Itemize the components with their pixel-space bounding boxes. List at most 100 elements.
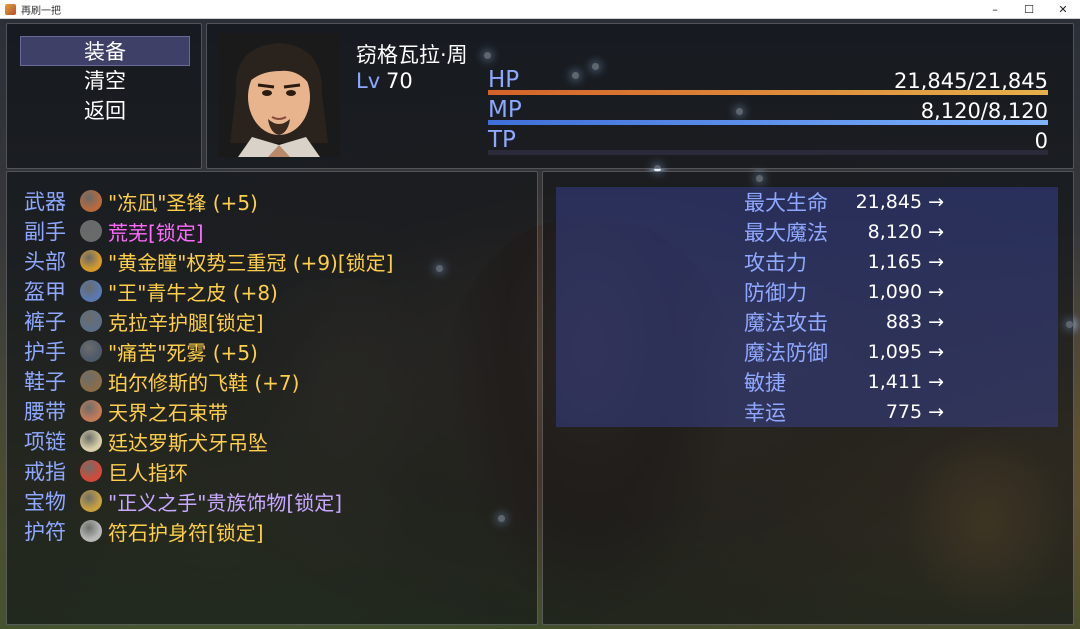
slot-type-label: 头部 [24, 250, 66, 274]
equipped-item-name: 廷达罗斯犬牙吊坠 [108, 430, 268, 455]
equipped-item-name: 荒芜[锁定] [108, 220, 204, 245]
equipment-slot-row[interactable]: 戒指 巨人指环 [24, 456, 534, 486]
sword-icon [80, 190, 102, 212]
equipment-slot-row[interactable]: 护手 "痛苦"死雾 (+5) [24, 336, 534, 366]
slot-type-label: 宝物 [24, 490, 66, 514]
window-titlebar: 再刷一把 – ☐ ✕ [0, 0, 1080, 19]
stat-row: 最大魔法 8,120 → [744, 217, 944, 247]
equipment-slot-row[interactable]: 武器 "冻凪"圣锋 (+5) [24, 186, 534, 216]
stat-row: 魔法防御 1,095 → [744, 337, 944, 367]
ring-icon [80, 460, 102, 482]
mp-gauge-fill [488, 120, 1048, 125]
right-arrow-icon: → [928, 311, 944, 333]
stat-value: 883 [885, 311, 923, 333]
trinket-icon [80, 490, 102, 512]
right-arrow-icon: → [928, 221, 944, 243]
game-scene: 装备 清空 返回 窃格瓦拉·周 Lv 70 HP 21,845/21,845 M… [0, 19, 1080, 629]
stat-value: 8,120 [867, 221, 923, 243]
right-arrow-icon: → [928, 191, 944, 213]
stat-value: 1,090 [867, 281, 923, 303]
stat-name: 魔法攻击 [744, 311, 828, 335]
armor-icon [80, 280, 102, 302]
belt-icon [80, 400, 102, 422]
stat-row: 防御力 1,090 → [744, 277, 944, 307]
window-title: 再刷一把 [21, 5, 61, 17]
equipment-slot-row[interactable]: 鞋子 珀尔修斯的飞鞋 (+7) [24, 366, 534, 396]
leggings-icon [80, 310, 102, 332]
mp-gauge [488, 120, 1048, 125]
equipment-slot-row[interactable]: 裤子 克拉辛护腿[锁定] [24, 306, 534, 336]
command-equip[interactable]: 装备 [20, 36, 190, 66]
stat-name: 最大生命 [744, 191, 828, 215]
stat-value: 1,165 [867, 251, 923, 273]
pendant-icon [80, 430, 102, 452]
app-icon [5, 3, 16, 15]
right-arrow-icon: → [928, 371, 944, 393]
level-value: 70 [386, 69, 413, 93]
stat-name: 防御力 [744, 281, 807, 305]
stat-name: 魔法防御 [744, 341, 828, 365]
stat-value: 1,411 [867, 371, 923, 393]
equipped-item-name: "黄金瞳"权势三重冠 (+9)[锁定] [108, 250, 394, 275]
equipped-item-name: "正义之手"贵族饰物[锁定] [108, 490, 343, 515]
stat-name: 敏捷 [744, 371, 786, 395]
boots-icon [80, 370, 102, 392]
stat-name: 最大魔法 [744, 221, 828, 245]
command-clear[interactable]: 清空 [20, 66, 190, 96]
actor-name: 窃格瓦拉·周 [356, 43, 468, 67]
equipment-slot-row[interactable]: 副手 荒芜[锁定] [24, 216, 534, 246]
right-arrow-icon: → [928, 401, 944, 423]
equipment-slot-row[interactable]: 头部 "黄金瞳"权势三重冠 (+9)[锁定] [24, 246, 534, 276]
equipped-item-name: "痛苦"死雾 (+5) [108, 340, 258, 365]
crown-icon [80, 250, 102, 272]
stat-name: 幸运 [744, 401, 786, 425]
slot-type-label: 盔甲 [24, 280, 66, 304]
equipped-item-name: 珀尔修斯的飞鞋 (+7) [108, 370, 300, 395]
equipment-slot-row[interactable]: 护符 符石护身符[锁定] [24, 516, 534, 546]
slot-type-label: 护手 [24, 340, 66, 364]
equipped-item-name: 克拉辛护腿[锁定] [108, 310, 264, 335]
rune-stone-icon [80, 520, 102, 542]
equipment-slot-row[interactable]: 盔甲 "王"青牛之皮 (+8) [24, 276, 534, 306]
minimize-button[interactable]: – [978, 0, 1012, 18]
right-arrow-icon: → [928, 251, 944, 273]
hp-gauge-fill [488, 90, 1048, 95]
slot-type-label: 副手 [24, 220, 66, 244]
slot-type-label: 武器 [24, 190, 66, 214]
orb-icon [80, 220, 102, 242]
actor-portrait [218, 33, 340, 157]
equipped-item-name: "冻凪"圣锋 (+5) [108, 190, 258, 215]
slot-type-label: 项链 [24, 430, 66, 454]
equipped-item-name: 符石护身符[锁定] [108, 520, 264, 545]
stat-value: 1,095 [867, 341, 923, 363]
close-button[interactable]: ✕ [1046, 0, 1080, 18]
equipment-slot-row[interactable]: 宝物 "正义之手"贵族饰物[锁定] [24, 486, 534, 516]
command-return[interactable]: 返回 [20, 96, 190, 126]
tp-gauge [488, 150, 1048, 155]
slot-type-label: 腰带 [24, 400, 66, 424]
stat-row: 魔法攻击 883 → [744, 307, 944, 337]
stat-row: 幸运 775 → [744, 397, 944, 427]
slot-type-label: 护符 [24, 520, 66, 544]
level-label: Lv [356, 69, 381, 93]
gauntlet-icon [80, 340, 102, 362]
stat-value: 21,845 [855, 191, 923, 213]
right-arrow-icon: → [928, 341, 944, 363]
equipped-item-name: "王"青牛之皮 (+8) [108, 280, 278, 305]
slot-type-label: 裤子 [24, 310, 66, 334]
stat-row: 敏捷 1,411 → [744, 367, 944, 397]
equipped-item-name: 巨人指环 [108, 460, 188, 485]
right-arrow-icon: → [928, 281, 944, 303]
equipment-slot-row[interactable]: 项链 廷达罗斯犬牙吊坠 [24, 426, 534, 456]
slot-type-label: 戒指 [24, 460, 66, 484]
hp-gauge [488, 90, 1048, 95]
stat-name: 攻击力 [744, 251, 807, 275]
stat-row: 攻击力 1,165 → [744, 247, 944, 277]
window-controls: – ☐ ✕ [978, 0, 1080, 18]
stat-row: 最大生命 21,845 → [744, 187, 944, 217]
equipped-item-name: 天界之石束带 [108, 400, 228, 425]
slot-type-label: 鞋子 [24, 370, 66, 394]
equipment-slot-row[interactable]: 腰带 天界之石束带 [24, 396, 534, 426]
stat-value: 775 [885, 401, 923, 423]
maximize-button[interactable]: ☐ [1012, 0, 1046, 18]
